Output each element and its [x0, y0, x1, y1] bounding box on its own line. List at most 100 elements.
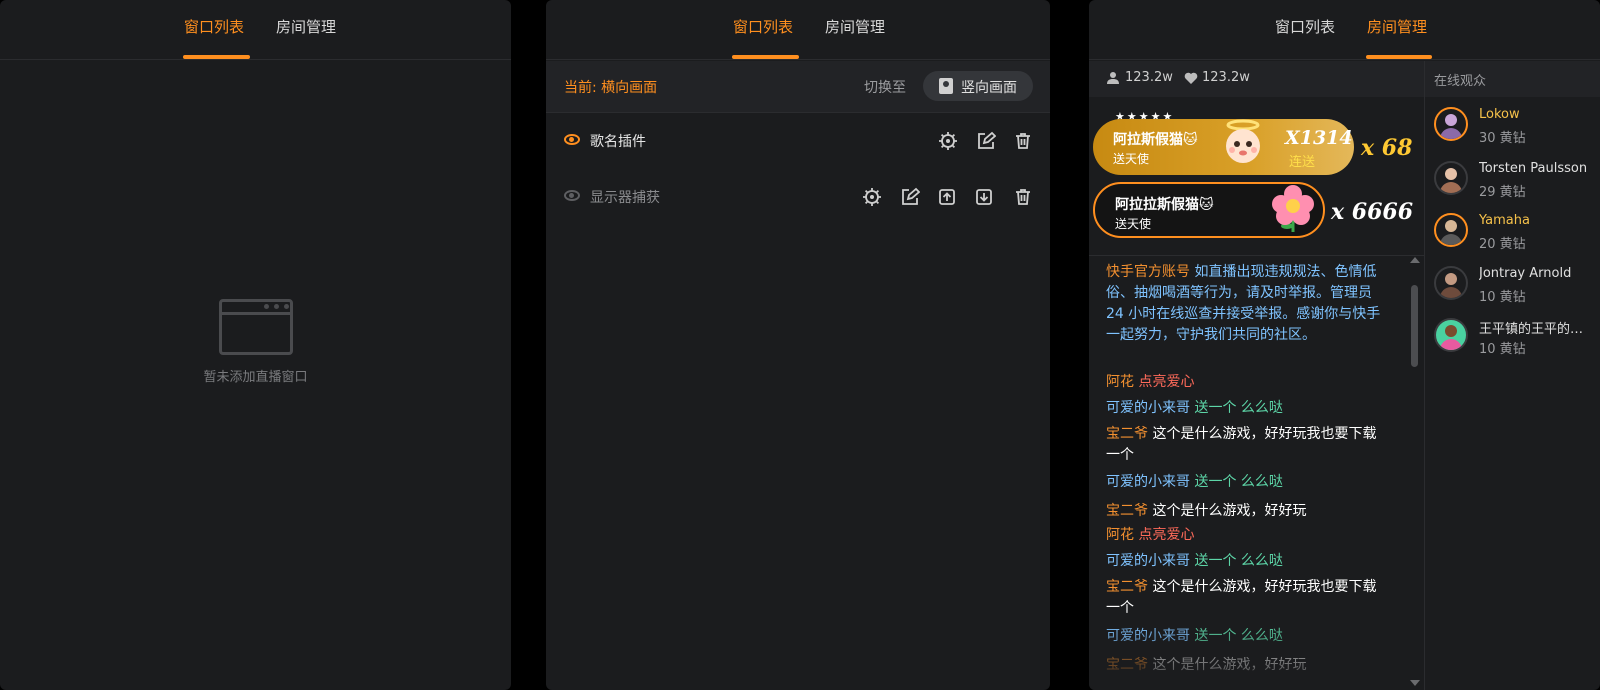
viewer-name: Torsten Paulsson: [1479, 161, 1588, 176]
active-tab-indicator: [183, 55, 250, 59]
chat-text: 送一个 么么哒: [1194, 628, 1283, 644]
avatar: [1434, 266, 1468, 300]
orientation-bar: 当前: 横向画面 切换至 竖向画面: [546, 61, 1050, 113]
eye-off-icon[interactable]: [564, 190, 580, 201]
switch-button-label: 竖向画面: [961, 80, 1017, 96]
viewer-diamonds: 10 黄钻: [1479, 342, 1526, 357]
viewer-name: Lokow: [1479, 107, 1520, 122]
room-management-panel: 窗口列表 房间管理 123.2w 123.2w ★★★★★ 阿拉斯假猫🐱 送天使…: [1089, 0, 1600, 690]
tab-bar: 窗口列表 房间管理: [546, 0, 1050, 60]
chat-scrollbar[interactable]: [1409, 255, 1421, 690]
chat-list[interactable]: 快手官方账号 如直播出现违规规法、色情低俗、抽烟喝酒等行为，请及时举报。管理员 …: [1089, 255, 1424, 690]
like-count: 123.2w: [1202, 70, 1250, 85]
tab-room-management[interactable]: 房间管理: [1367, 16, 1427, 37]
delete-icon[interactable]: [1013, 131, 1033, 151]
chat-message: 可爱的小来哥 送一个 么么哒: [1106, 398, 1388, 419]
chat-message: 可爱的小来哥 送一个 么么哒: [1106, 626, 1388, 647]
gift-multiplier: x 6666: [1331, 199, 1414, 225]
audience-item[interactable]: 王平镇的王平的… 10 黄钻: [1425, 316, 1600, 368]
avatar: [1434, 161, 1468, 195]
tab-bar: 窗口列表 房间管理: [1089, 0, 1600, 60]
chat-message: 阿花 点亮爱心: [1106, 372, 1388, 393]
viewer-name: Jontray Arnold: [1479, 266, 1572, 281]
delete-icon[interactable]: [1013, 187, 1033, 207]
switch-portrait-button[interactable]: 竖向画面: [923, 71, 1033, 101]
viewer-diamonds: 10 黄钻: [1479, 290, 1526, 305]
viewer-name: 王平镇的王平的…: [1479, 322, 1584, 337]
chat-text: 送一个 么么哒: [1194, 553, 1283, 569]
viewer-diamonds: 20 黄钻: [1479, 237, 1526, 252]
plugin-item[interactable]: 显示器捕获: [546, 177, 1050, 217]
move-up-icon[interactable]: [937, 187, 957, 207]
chat-text: 这个是什么游戏，好好玩: [1152, 503, 1307, 519]
gift-sender: 阿拉拉斯假猫🐱: [1115, 197, 1214, 213]
tab-window-list[interactable]: 窗口列表: [1275, 16, 1335, 37]
audience-item[interactable]: Yamaha 20 黄钻: [1425, 211, 1600, 263]
gift-multiplier: x 68: [1361, 135, 1413, 161]
portrait-icon: [939, 78, 953, 94]
tab-bar: 窗口列表 房间管理: [0, 0, 511, 60]
avatar: [1434, 107, 1468, 141]
viewer-diamonds: 29 黄钻: [1479, 185, 1526, 200]
audience-item[interactable]: Jontray Arnold 10 黄钻: [1425, 264, 1600, 316]
settings-icon[interactable]: [938, 131, 958, 151]
audience-item[interactable]: Torsten Paulsson 29 黄钻: [1425, 159, 1600, 211]
chat-user: 可爱的小来哥: [1106, 400, 1190, 416]
audience-list: 在线观众 Lokow 30 黄钻 Torsten Paulsson 29 黄钻 …: [1424, 61, 1600, 690]
chat-text: 这个是什么游戏，好好玩: [1152, 657, 1307, 673]
scroll-down-icon[interactable]: [1410, 680, 1420, 686]
tab-window-list[interactable]: 窗口列表: [733, 16, 793, 37]
plugin-item[interactable]: 歌名插件: [546, 121, 1050, 161]
chat-user: 可爱的小来哥: [1106, 553, 1190, 569]
chat-text: 送一个 么么哒: [1194, 474, 1283, 490]
avatar: [1434, 213, 1468, 247]
eye-icon[interactable]: [564, 134, 580, 145]
plugin-list-panel: 窗口列表 房间管理 当前: 横向画面 切换至 竖向画面 歌名插件 显示器捕获: [546, 0, 1050, 690]
chat-user: 阿花: [1106, 527, 1134, 543]
tab-room-management[interactable]: 房间管理: [825, 16, 885, 37]
scroll-thumb[interactable]: [1411, 285, 1418, 367]
tab-room-management[interactable]: 房间管理: [276, 16, 336, 37]
chat-user: 宝二爷: [1106, 579, 1148, 595]
gift-action: 送天使: [1113, 152, 1150, 166]
chat-message: 可爱的小来哥 送一个 么么哒: [1106, 551, 1388, 572]
heart-icon: [1184, 72, 1198, 84]
viewer-name: Yamaha: [1479, 213, 1530, 228]
chat-user: 宝二爷: [1106, 426, 1148, 442]
edit-icon[interactable]: [976, 131, 997, 151]
gift-count: X1314: [1285, 127, 1353, 149]
avatar: [1434, 318, 1468, 352]
gift-combo-label: 连送: [1289, 155, 1316, 170]
window-list-panel: 窗口列表 房间管理 暂未添加直播窗口: [0, 0, 511, 690]
chat-user: 可爱的小来哥: [1106, 474, 1190, 490]
chat-text: 点亮爱心: [1138, 527, 1195, 543]
chat-text: 点亮爱心: [1138, 374, 1195, 390]
plugin-name: 歌名插件: [590, 134, 646, 150]
active-tab-indicator: [732, 55, 799, 59]
move-down-icon[interactable]: [974, 187, 994, 207]
chat-message: 阿花 点亮爱心: [1106, 525, 1388, 546]
gift-action: 送天使: [1115, 217, 1152, 231]
scroll-up-icon[interactable]: [1410, 257, 1420, 263]
chat-user: 可爱的小来哥: [1106, 628, 1190, 644]
chat-text: 送一个 么么哒: [1194, 400, 1283, 416]
edit-icon[interactable]: [900, 187, 921, 207]
empty-window-icon: [219, 299, 293, 355]
switch-to-label: 切换至: [864, 80, 906, 96]
room-stats: 123.2w 123.2w: [1089, 61, 1424, 97]
chat-message: 宝二爷 这个是什么游戏，好好玩我也要下载一个: [1106, 577, 1388, 619]
chat-user: 阿花: [1106, 374, 1134, 390]
chat-message: 快手官方账号 如直播出现违规规法、色情低俗、抽烟喝酒等行为，请及时举报。管理员 …: [1106, 262, 1388, 346]
user-icon: [1107, 72, 1119, 84]
audience-item[interactable]: Lokow 30 黄钻: [1425, 105, 1600, 157]
angel-gift-icon: [1226, 119, 1260, 163]
settings-icon[interactable]: [862, 187, 882, 207]
chat-user: 快手官方账号: [1106, 264, 1190, 280]
audience-title: 在线观众: [1425, 61, 1600, 97]
active-tab-indicator: [1366, 55, 1432, 59]
empty-state-text: 暂未添加直播窗口: [203, 370, 308, 385]
tab-window-list[interactable]: 窗口列表: [184, 16, 244, 37]
current-orientation-label: 当前: 横向画面: [564, 80, 658, 96]
chat-user: 宝二爷: [1106, 657, 1148, 673]
chat-user: 宝二爷: [1106, 503, 1148, 519]
